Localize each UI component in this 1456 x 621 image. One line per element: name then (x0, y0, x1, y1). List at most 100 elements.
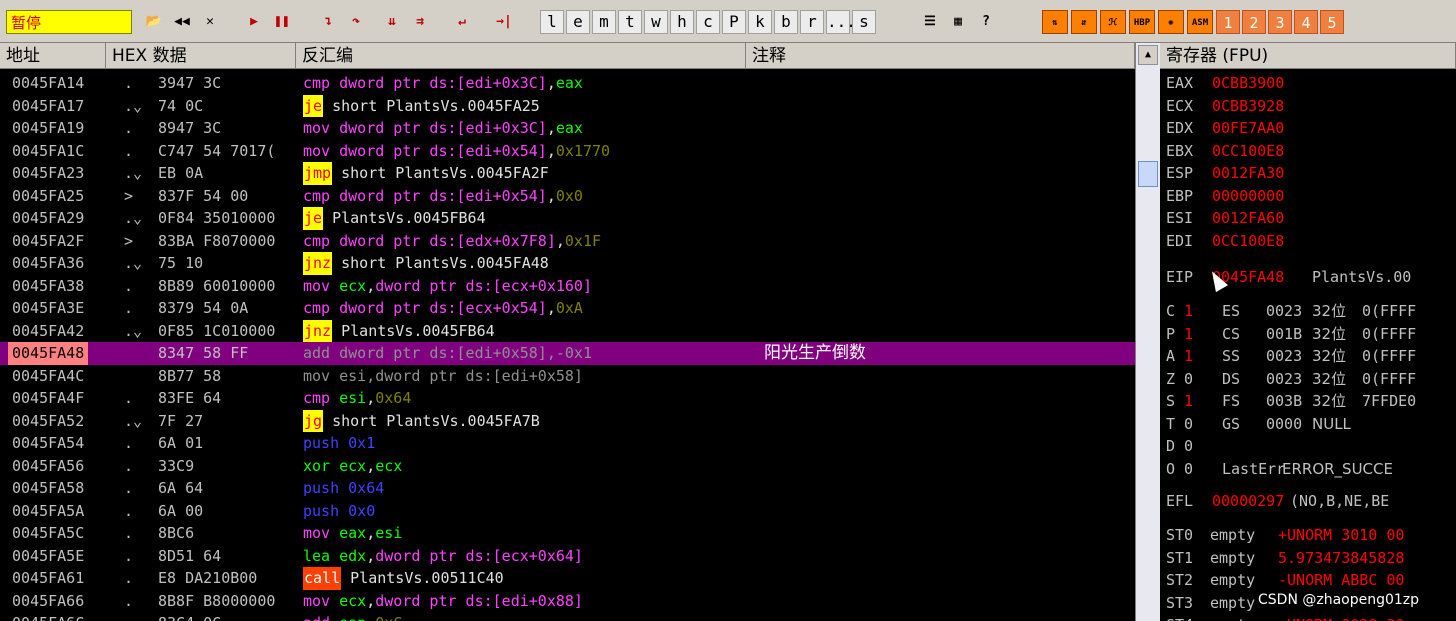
flag-value[interactable]: 1 (1184, 390, 1193, 412)
sun-icon[interactable]: ✺ (1158, 10, 1184, 34)
flag-value[interactable]: 0 (1184, 458, 1193, 480)
fpu-value[interactable]: 5.973473845828 (1278, 547, 1404, 569)
registers-pane[interactable]: EAX 0CBB3900 ECX 0CBB3928 EDX 00FE7AA0 EBX 0CC1… (1160, 70, 1456, 621)
register-ecx[interactable]: ECX 0CBB3928 (1166, 95, 1284, 117)
disassembly-row[interactable]: 0045FA4C 8B77 58 mov esi,dword ptr ds:[edi… (0, 365, 1135, 388)
register-efl[interactable]: EFL 00000297 (NO,B,NE,BE (1166, 490, 1389, 512)
disassembly-row[interactable]: 0045FA5C. 8BC6 mov eax,esi (0, 522, 1135, 545)
toolbar-button-h[interactable]: h (670, 10, 694, 34)
open-icon[interactable]: 📂 (142, 10, 166, 34)
flag-value[interactable]: 0 (1184, 435, 1193, 457)
disassembly-row[interactable]: 0045FA17 .⌄ 74 0C je short PlantsVs.0045FA2… (0, 94, 1135, 117)
disassembly-row[interactable]: 0045FA1C. C747 54 7017(mov dword ptr ds:[… (0, 140, 1135, 163)
column-header-address[interactable]: 地址 (0, 43, 106, 69)
toolbar-button-s[interactable]: s (852, 10, 876, 34)
go-to-icon[interactable]: →| (492, 10, 516, 34)
flag-value[interactable]: 1 (1184, 345, 1193, 367)
toolbar-button-r[interactable]: r (800, 10, 824, 34)
register-value[interactable]: 0CBB3928 (1212, 95, 1284, 117)
swap-icon[interactable]: ⇅ (1042, 10, 1068, 34)
fpu-st2[interactable]: ST2 empty -UNORM ABBC 00 (1166, 569, 1404, 591)
flag-value[interactable]: 0 (1184, 413, 1193, 435)
disassembly-row[interactable]: 0045FA14. 3947 3C cmp dword ptr ds:[edi+0x… (0, 72, 1135, 95)
fpu-st1[interactable]: ST1 empty 5.973473845828 (1166, 547, 1404, 569)
register-eax[interactable]: EAX 0CBB3900 (1166, 72, 1284, 94)
rewind-icon[interactable]: ◀◀ (170, 10, 194, 34)
disassembly-row[interactable]: 0045FA25 >837F 54 00 cmp dword ptr ds:[edi… (0, 185, 1135, 208)
disassembly-row[interactable]: 0045FA29 .⌄ 0F84 35010000 je PlantsVs.0045F… (0, 207, 1135, 230)
disassembly-row[interactable]: 0045FA56. 33C9 xor ecx,ecx (0, 455, 1135, 478)
disassembly-row[interactable]: 0045FA5A. 6A 00 push 0x0 (0, 500, 1135, 523)
fpu-st0[interactable]: ST0 empty +UNORM 3010 00 (1166, 524, 1404, 546)
register-value[interactable]: 0CC100E8 (1212, 230, 1284, 252)
step-over-icon[interactable]: ↷ (344, 10, 368, 34)
scroll-thumb[interactable] (1138, 161, 1158, 187)
flag-d[interactable]: D0 (1166, 435, 1193, 457)
register-edi[interactable]: EDI 0CC100E8 (1166, 230, 1284, 252)
flag-value[interactable]: 1 (1184, 300, 1193, 322)
disassembly-row[interactable]: 0045FA58. 6A 64 push 0x64 (0, 477, 1135, 500)
disassembly-pane[interactable]: 0045FA14. 3947 3C cmp dword ptr ds:[edi+0x… (0, 70, 1135, 621)
toolbar-button-e[interactable]: e (566, 10, 590, 34)
vertical-scrollbar[interactable]: ▲ (1135, 43, 1160, 621)
disassembly-row[interactable]: 0045FA38. 8B89 60010000 mov ecx,dword ptr … (0, 275, 1135, 298)
flag-c[interactable]: C 1 ES 0023 32位 0(FFFF (1166, 300, 1416, 322)
toolbar-button-w[interactable]: w (644, 10, 668, 34)
register-value[interactable]: 0012FA60 (1212, 207, 1284, 229)
disassembly-row[interactable]: 0045FA66. 8B8F B8000000 mov ecx,dword ptr … (0, 590, 1135, 613)
disassembly-row[interactable]: 0045FA4F. 83FE 64 cmp esi,0x64 (0, 387, 1135, 410)
register-value[interactable]: 00000297 (1212, 490, 1284, 512)
toolbar-button-l[interactable]: l (540, 10, 564, 34)
register-value[interactable]: 0012FA30 (1212, 162, 1284, 184)
disassembly-row[interactable]: 0045FA6C. 83C4 0C add esp,0xC (0, 612, 1135, 621)
flag-s[interactable]: S 1 FS 003B 32位 7FFDE0 (1166, 390, 1416, 412)
disassembly-row[interactable]: 0045FA5E. 8D51 64 lea edx,dword ptr ds:[ec… (0, 545, 1135, 568)
toolbar-button-m[interactable]: m (592, 10, 616, 34)
toolbar-number-2[interactable]: 2 (1242, 10, 1266, 34)
asm-icon[interactable]: ASM (1187, 10, 1213, 34)
register-ebx[interactable]: EBX 0CC100E8 (1166, 140, 1284, 162)
disassembly-row[interactable]: 0045FA2F >83BA F8070000 cmp dword ptr ds:[… (0, 230, 1135, 253)
flag-value[interactable]: 1 (1184, 323, 1193, 345)
toolbar-number-1[interactable]: 1 (1216, 10, 1240, 34)
fpu-st3[interactable]: ST3 empty (1166, 592, 1255, 614)
grid-icon[interactable]: ▦ (946, 10, 970, 34)
disassembly-row[interactable]: 0045FA61. E8 DA210B00 call PlantsVs.00511C… (0, 567, 1135, 590)
register-value[interactable]: 00FE7AA0 (1212, 117, 1284, 139)
register-eip[interactable]: EIP 0045FA48 PlantsVs.00 (1166, 266, 1411, 288)
disassembly-row[interactable]: 0045FA54. 6A 01 push 0x1 (0, 432, 1135, 455)
column-header-disassembly[interactable]: 反汇编 (296, 43, 746, 69)
toolbar-button-b[interactable]: b (774, 10, 798, 34)
flag-t[interactable]: T 0 GS 0000 NULL (1166, 413, 1351, 435)
fpu-value[interactable]: -UNORM 0020 30 (1278, 614, 1404, 621)
toolbar-button-P[interactable]: P (722, 10, 746, 34)
flag-o[interactable]: O 0 LastErr ERROR_SUCCE (1166, 458, 1393, 480)
register-value[interactable]: 0CC100E8 (1212, 140, 1284, 162)
execute-till-return-icon[interactable]: ↵ (450, 10, 474, 34)
fpu-value[interactable]: -UNORM ABBC 00 (1278, 569, 1404, 591)
toolbar-number-4[interactable]: 4 (1294, 10, 1318, 34)
column-header-hex[interactable]: HEX 数据 (106, 43, 296, 69)
pause-icon[interactable]: ❚❚ (270, 10, 294, 34)
register-value[interactable]: 0CBB3900 (1212, 72, 1284, 94)
hardware-breakpoint-icon[interactable]: HBP (1129, 10, 1155, 34)
disassembly-row[interactable]: 0045FA52 .⌄ 7F 27 jg short PlantsVs.0045FA7… (0, 409, 1135, 432)
list-icon[interactable]: ☰ (918, 10, 942, 34)
disassembly-row[interactable]: 0045FA36 .⌄ 75 10 jnz short PlantsVs.0045FA… (0, 252, 1135, 275)
toolbar-number-3[interactable]: 3 (1268, 10, 1292, 34)
disassembly-row[interactable]: 0045FA3E. 8379 54 0A cmp dword ptr ds:[ecx… (0, 297, 1135, 320)
help-icon[interactable]: ? (974, 10, 998, 34)
disassembly-row[interactable]: 0045FA42 .⌄ 0F85 1C010000 jnz PlantsVs.0045… (0, 319, 1135, 342)
trace-over-icon[interactable]: ⇉ (408, 10, 432, 34)
fpu-value[interactable]: +UNORM 3010 00 (1278, 524, 1404, 546)
flag-a[interactable]: A 1 SS 0023 32位 0(FFFF (1166, 345, 1416, 367)
close-icon[interactable]: ✕ (198, 10, 222, 34)
register-esp[interactable]: ESP 0012FA30 (1166, 162, 1284, 184)
disassembly-row[interactable]: 0045FA23 .⌄ EB 0A jmp short PlantsVs.0045FA… (0, 162, 1135, 185)
disassembly-row[interactable]: 0045FA48 8347 58 FF add dword ptr ds:[edi+… (0, 342, 1135, 365)
registers-header[interactable]: 寄存器 (FPU) (1160, 43, 1456, 69)
register-edx[interactable]: EDX 00FE7AA0 (1166, 117, 1284, 139)
toolbar-button-k[interactable]: k (748, 10, 772, 34)
toolbar-button-ellipsis[interactable]: ... (826, 10, 856, 34)
hardware-icon[interactable]: ℋ (1100, 10, 1126, 34)
